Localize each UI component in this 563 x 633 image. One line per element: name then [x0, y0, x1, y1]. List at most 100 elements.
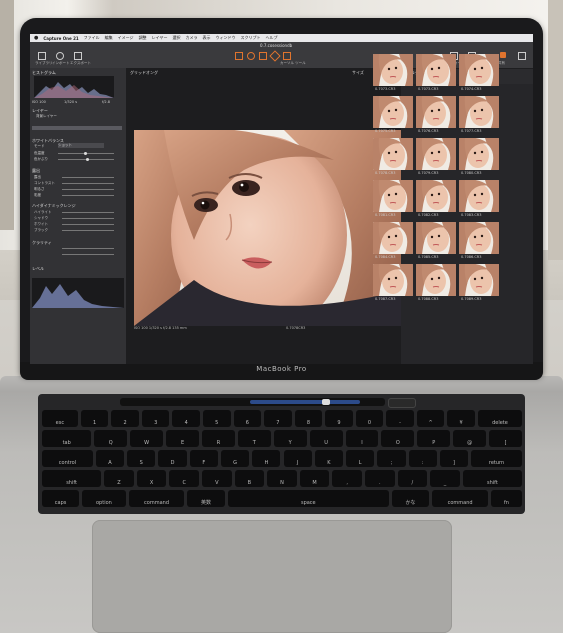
- black-slider[interactable]: [62, 230, 114, 231]
- thumbnail[interactable]: [416, 180, 456, 212]
- key[interactable]: space: [227, 490, 389, 507]
- thumbnail[interactable]: [373, 54, 413, 86]
- key[interactable]: U: [309, 430, 343, 447]
- menu-item-camera[interactable]: カメラ: [185, 35, 197, 41]
- menu-item-adjust[interactable]: 調整: [139, 35, 147, 41]
- layer-background[interactable]: 背景レイヤー: [36, 114, 57, 119]
- key[interactable]: P: [417, 430, 451, 447]
- key[interactable]: caps: [42, 490, 80, 507]
- key[interactable]: esc: [42, 410, 78, 427]
- key[interactable]: F: [189, 450, 218, 467]
- key[interactable]: command: [128, 490, 185, 507]
- menu-item-edit[interactable]: 編集: [105, 35, 113, 41]
- key[interactable]: K: [314, 450, 344, 467]
- key[interactable]: ^: [416, 410, 445, 427]
- key[interactable]: ]: [439, 450, 469, 467]
- thumbnail[interactable]: [459, 222, 499, 254]
- key[interactable]: T: [237, 430, 271, 447]
- touch-bar-slider-knob[interactable]: [322, 399, 330, 405]
- key[interactable]: command: [432, 490, 488, 507]
- menu-item-layer[interactable]: レイヤー: [152, 35, 168, 41]
- key[interactable]: S: [127, 450, 156, 467]
- key[interactable]: .: [365, 470, 395, 487]
- key[interactable]: -: [386, 410, 414, 427]
- crop-tool-icon[interactable]: [235, 52, 243, 60]
- key[interactable]: Q: [94, 430, 128, 447]
- key[interactable]: 1: [80, 410, 109, 427]
- key[interactable]: 6: [233, 410, 262, 427]
- key[interactable]: shift: [462, 470, 522, 487]
- key[interactable]: 4: [172, 410, 200, 427]
- wb-tint-knob[interactable]: [86, 158, 89, 161]
- touch-bar-slider[interactable]: [250, 400, 360, 404]
- menu-item-view[interactable]: 表示: [202, 35, 210, 41]
- key[interactable]: H: [252, 450, 281, 467]
- key[interactable]: Z: [104, 470, 134, 487]
- key[interactable]: 5: [203, 410, 231, 427]
- key[interactable]: V: [202, 470, 232, 487]
- main-photo[interactable]: [134, 130, 404, 326]
- menu-item-app[interactable]: Capture One 21: [43, 36, 78, 41]
- key[interactable]: delete: [477, 410, 522, 427]
- thumbnail[interactable]: [373, 96, 413, 128]
- saturation-slider[interactable]: [62, 195, 114, 196]
- brightness-slider[interactable]: [62, 189, 114, 190]
- import-icon[interactable]: [56, 52, 64, 60]
- key[interactable]: ¥: [447, 410, 475, 427]
- key[interactable]: O: [381, 430, 415, 447]
- key[interactable]: :: [408, 450, 437, 467]
- wb-mode-dropdown[interactable]: ショット: [58, 143, 104, 148]
- export-icon[interactable]: [74, 52, 82, 60]
- key[interactable]: W: [130, 430, 164, 447]
- contrast-slider[interactable]: [62, 183, 114, 184]
- thumbnail[interactable]: [459, 96, 499, 128]
- thumbnail[interactable]: [416, 54, 456, 86]
- key[interactable]: control: [42, 450, 93, 467]
- clarity-slider[interactable]: [62, 248, 114, 249]
- key[interactable]: _: [430, 470, 460, 487]
- thumbnail[interactable]: [416, 264, 456, 296]
- thumbnail[interactable]: [416, 138, 456, 170]
- key[interactable]: L: [346, 450, 375, 467]
- key[interactable]: tab: [42, 430, 92, 447]
- key[interactable]: [: [489, 430, 522, 447]
- thumbnail[interactable]: [459, 54, 499, 86]
- key[interactable]: N: [267, 470, 297, 487]
- thumbnail[interactable]: [459, 264, 499, 296]
- key[interactable]: 8: [294, 410, 323, 427]
- brush-tool-icon[interactable]: [269, 50, 281, 62]
- thumbnail[interactable]: [373, 180, 413, 212]
- exposure-slider[interactable]: [62, 177, 114, 178]
- apple-icon[interactable]: ●: [34, 35, 38, 41]
- menu-item-window[interactable]: ウィンドウ: [215, 35, 235, 41]
- key[interactable]: A: [95, 450, 125, 467]
- key[interactable]: 英数: [187, 490, 225, 507]
- key[interactable]: I: [345, 430, 379, 447]
- key[interactable]: ;: [377, 450, 406, 467]
- key[interactable]: D: [158, 450, 187, 467]
- white-slider[interactable]: [62, 224, 114, 225]
- thumbnail[interactable]: [416, 222, 456, 254]
- menu-item-script[interactable]: スクリプト: [240, 35, 260, 41]
- wb-temp-knob[interactable]: [84, 152, 87, 155]
- key[interactable]: 3: [141, 410, 170, 427]
- thumbnail[interactable]: [373, 138, 413, 170]
- thumbnail[interactable]: [416, 96, 456, 128]
- highlight-slider[interactable]: [62, 212, 114, 213]
- key[interactable]: Y: [273, 430, 307, 447]
- thumbnail[interactable]: [373, 264, 413, 296]
- thumbnail[interactable]: [459, 138, 499, 170]
- thumbnail[interactable]: [373, 222, 413, 254]
- key[interactable]: J: [283, 450, 312, 467]
- library-icon[interactable]: [38, 52, 46, 60]
- keystone-tool-icon[interactable]: [259, 52, 267, 60]
- rotate-tool-icon[interactable]: [247, 52, 255, 60]
- menu-item-help[interactable]: ヘルプ: [265, 35, 277, 41]
- shadow-slider[interactable]: [62, 218, 114, 219]
- menu-item-file[interactable]: ファイル: [84, 35, 100, 41]
- key[interactable]: option: [82, 490, 126, 507]
- menu-item-image[interactable]: イメージ: [118, 35, 134, 41]
- key[interactable]: @: [453, 430, 487, 447]
- key[interactable]: C: [169, 470, 199, 487]
- key[interactable]: 7: [264, 410, 292, 427]
